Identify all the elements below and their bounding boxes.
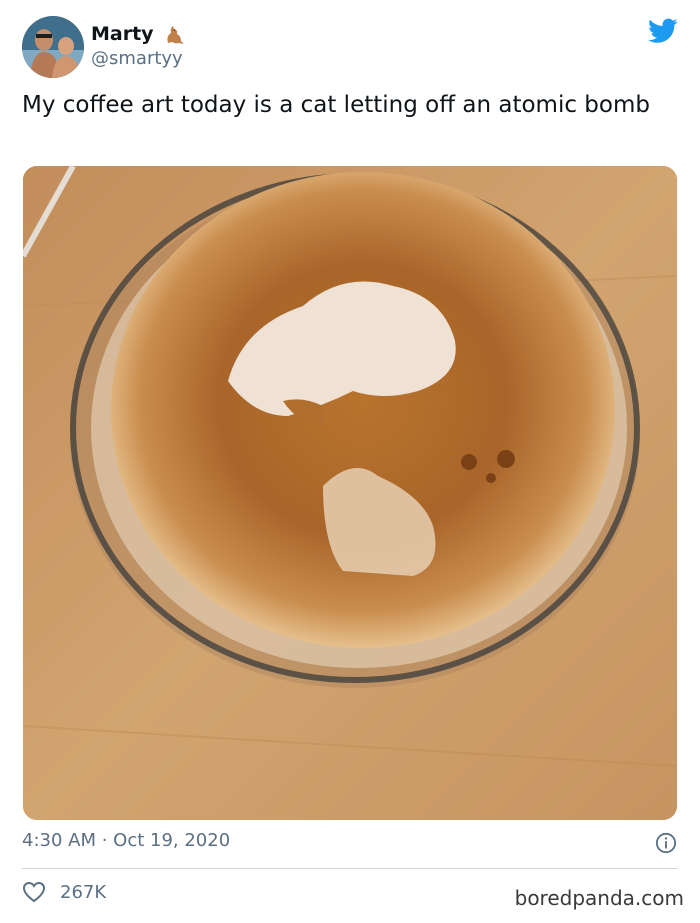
author-name-row: Marty <box>91 22 186 46</box>
divider <box>22 868 678 869</box>
author-handle[interactable]: @smartyy <box>91 48 183 69</box>
heart-icon[interactable] <box>22 881 46 903</box>
like-count: 267K <box>60 881 107 903</box>
info-icon[interactable] <box>655 832 677 854</box>
kangaroo-emoji-icon <box>167 26 184 44</box>
twitter-bird-icon[interactable] <box>648 18 678 44</box>
watermark: boredpanda.com <box>514 886 684 910</box>
tweet-photo[interactable] <box>23 166 677 820</box>
like-action[interactable]: 267K <box>22 881 106 903</box>
avatar[interactable] <box>22 16 84 78</box>
tweet-timestamp[interactable]: 4:30 AM · Oct 19, 2020 <box>22 830 230 851</box>
display-name[interactable]: Marty <box>91 23 154 45</box>
coffee-art-photo <box>23 166 677 820</box>
tweet-text: My coffee art today is a cat letting off… <box>22 92 650 118</box>
tweet-card: Marty @smartyy My coffee art today is a … <box>0 0 700 923</box>
avatar-image <box>22 16 84 78</box>
